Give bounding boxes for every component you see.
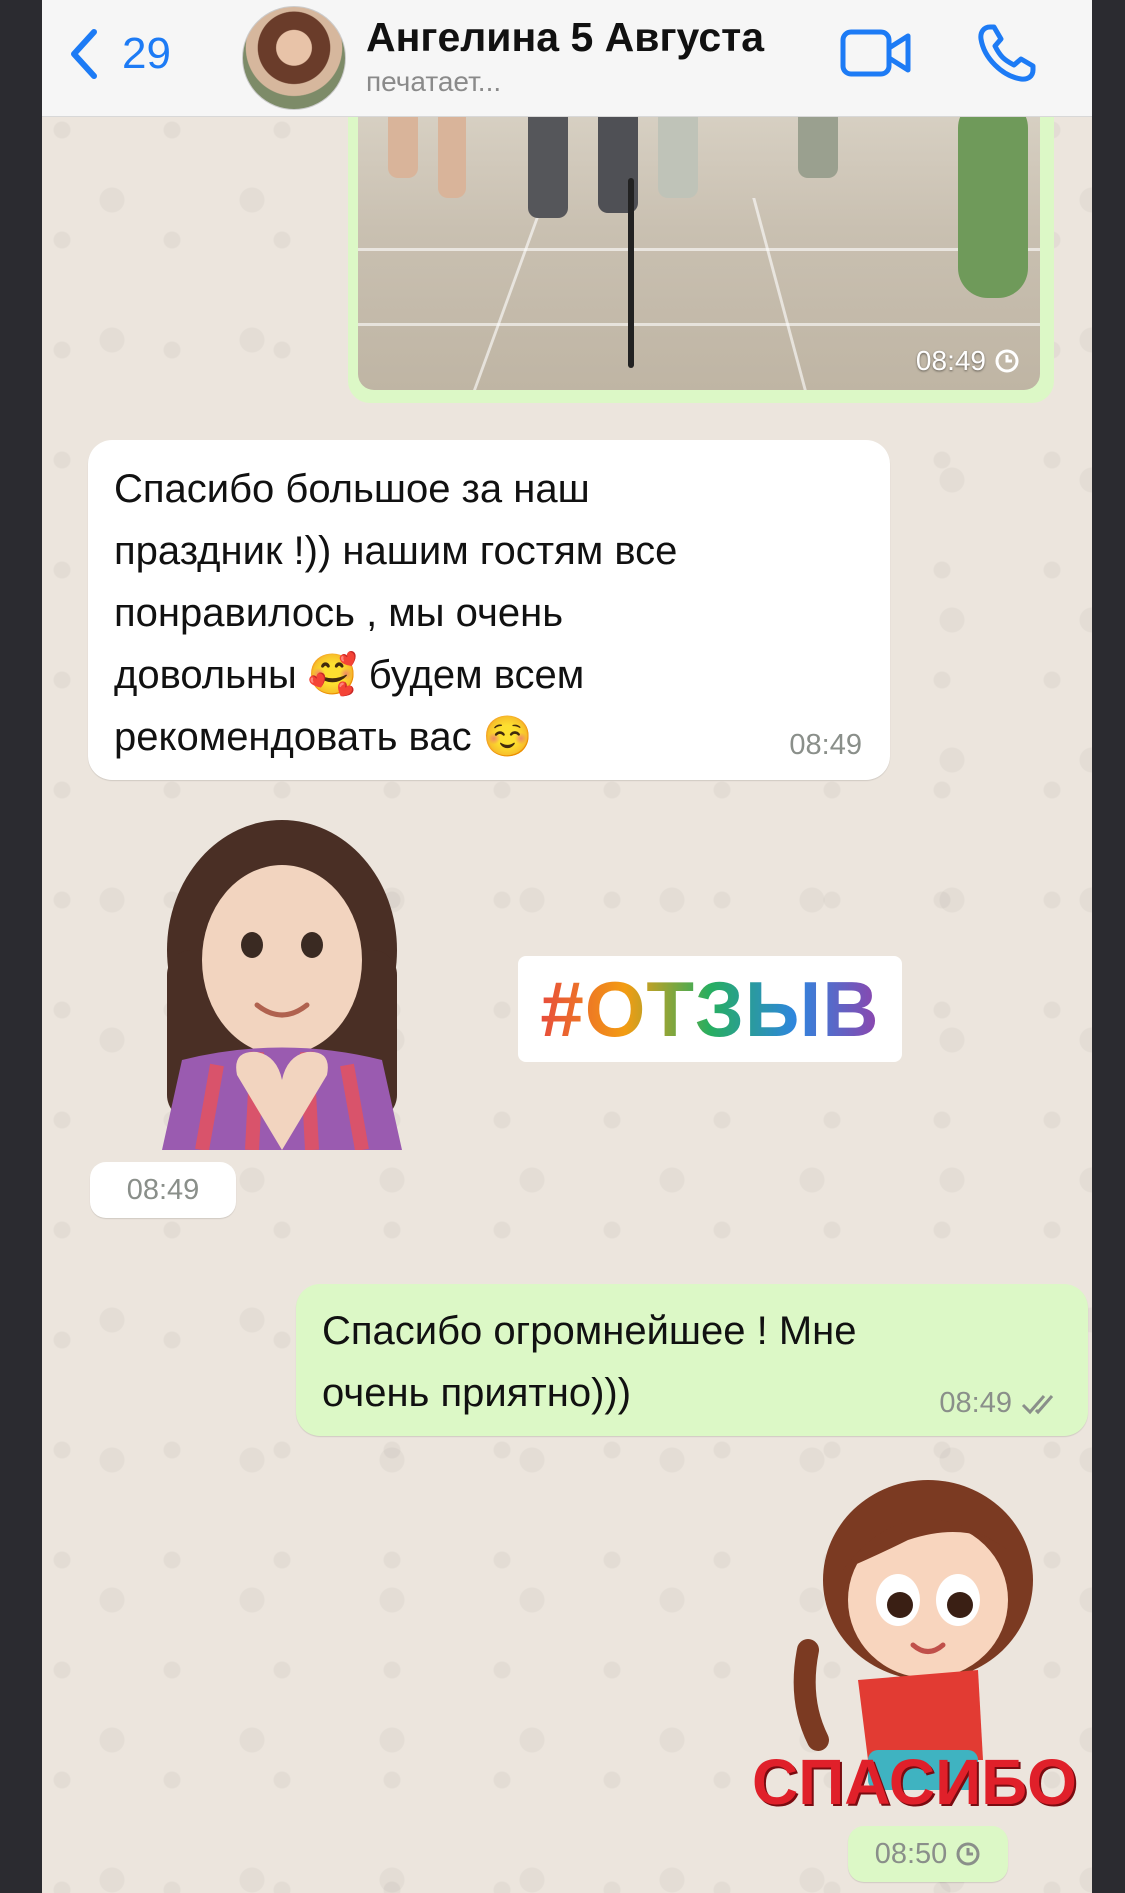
clock-icon [995, 349, 1019, 373]
hashtag-sticker[interactable]: #ОТЗЫВ [518, 956, 902, 1062]
double-check-icon [1021, 1394, 1054, 1414]
voice-call-icon[interactable] [976, 22, 1038, 84]
screen-bezel-right [1092, 0, 1125, 1893]
message-text: Спасибо огромнейшее ! Мне очень приятно)… [322, 1309, 857, 1415]
hashtag-text: #ОТЗЫВ [540, 964, 880, 1053]
incoming-message[interactable]: Спасибо большое за наш праздник !)) наши… [88, 440, 890, 780]
memoji-heart-sticker[interactable] [142, 820, 422, 1150]
chat-screen: 29 Ангелина 5 Августа печатает... 08:49 … [42, 0, 1092, 1893]
outgoing-message[interactable]: Спасибо огромнейшее ! Мне очень приятно)… [296, 1284, 1088, 1436]
sticker-time: 08:49 [90, 1162, 236, 1218]
message-time: 08:49 [789, 729, 862, 761]
screen-bezel-left [0, 0, 42, 1893]
unread-count: 29 [122, 29, 171, 78]
typing-status: печатает... [366, 66, 502, 97]
video-call-icon[interactable] [840, 22, 912, 84]
message-time: 08:49 [939, 1387, 1062, 1420]
sticker-time: 08:50 [848, 1826, 1008, 1882]
thanks-sticker-text: СПАСИБО [752, 1746, 1077, 1818]
chevron-left-icon [71, 29, 97, 79]
clock-icon [956, 1842, 980, 1866]
chat-header: 29 Ангелина 5 Августа печатает... [42, 0, 1092, 117]
message-time: 08:49 [916, 345, 1020, 377]
media-message[interactable]: 08:49 [348, 88, 1054, 403]
contact-name[interactable]: Ангелина 5 Августа [366, 14, 764, 61]
message-text: Спасибо большое за наш праздник !)) наши… [114, 467, 678, 759]
avatar[interactable] [242, 6, 346, 110]
back-button[interactable]: 29 [66, 24, 171, 84]
